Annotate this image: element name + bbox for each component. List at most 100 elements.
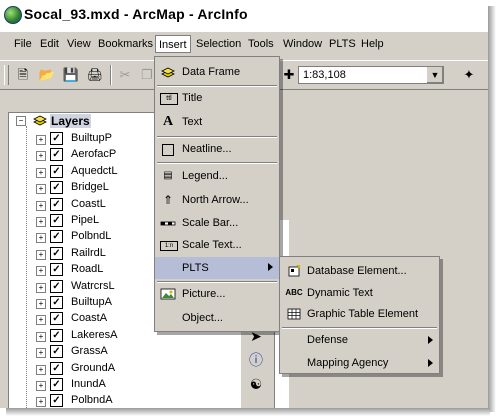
new-document-icon[interactable]: 🗎 [14,66,32,84]
layer-name[interactable]: BuiltupP [71,132,112,144]
layer-name[interactable]: PipeL [71,214,99,226]
menu-bookmarks[interactable]: Bookmarks [98,38,153,50]
expand-icon[interactable]: + [36,266,46,277]
layer-name[interactable]: PolbndL [71,230,111,242]
layer-name[interactable]: LakeresA [71,329,117,341]
expand-icon[interactable]: + [36,217,46,227]
identify-icon[interactable]: ⓘ [246,350,266,370]
cut-icon[interactable]: ✂ [116,66,134,84]
layer-visibility-checkbox[interactable]: ✓ [50,132,63,145]
menu-item-label: Object... [182,312,223,324]
layer-name[interactable]: AquedctL [71,165,117,177]
submenu-item-defense[interactable]: Defense [280,329,439,351]
open-folder-icon[interactable]: 📂 [38,66,56,84]
layer-visibility-checkbox[interactable]: ✓ [50,328,63,342]
layer-name[interactable]: GroundA [71,362,115,374]
expand-icon[interactable]: + [36,397,46,408]
collapse-icon[interactable]: − [16,116,26,126]
save-icon[interactable]: 💾 [62,66,80,84]
layer-visibility-checkbox[interactable]: ✓ [50,197,63,211]
layer-visibility-checkbox[interactable]: ✓ [50,263,63,277]
menu-item-legend[interactable]: ▤ Legend... [155,165,279,187]
menu-item-neatline[interactable]: Neatline... [155,138,279,160]
table-icon [285,307,303,321]
menu-plts[interactable]: PLTS [329,38,356,50]
expand-icon[interactable]: + [36,331,46,342]
submenu-item-database-element[interactable]: Database Element... [280,260,439,282]
submenu-arrow-icon [428,359,433,367]
menu-item-label: Text [182,116,203,128]
menu-insert[interactable]: Insert [155,35,191,53]
print-icon[interactable]: 🖨 [86,66,104,84]
toolbar-grip[interactable] [4,65,9,85]
layer-visibility-checkbox[interactable]: ✓ [50,312,63,326]
menu-tools[interactable]: Tools [248,38,274,50]
submenu-item-dynamic-text[interactable]: ABC Dynamic Text [280,282,439,304]
menu-help[interactable]: Help [361,38,384,50]
expand-icon[interactable]: + [36,135,46,145]
expand-icon[interactable]: + [36,184,46,195]
layer-name[interactable]: BuiltupA [71,296,112,308]
expand-icon[interactable]: + [36,167,46,178]
menu-file[interactable]: File [14,38,32,50]
layer-name[interactable]: GrassA [71,345,108,357]
layer-name[interactable]: CoastA [71,312,107,324]
expand-icon[interactable]: + [36,364,46,375]
menu-edit[interactable]: Edit [40,38,59,50]
submenu-item-graphic-table-element[interactable]: Graphic Table Element [280,303,439,325]
layer-visibility-checkbox[interactable]: ✓ [50,296,63,309]
layers-root-label[interactable]: Layers [50,114,91,128]
editor-toolbar-icon[interactable]: ✦ [460,66,478,84]
layer-visibility-checkbox[interactable]: ✓ [50,164,63,178]
expand-icon[interactable]: + [36,381,46,391]
layer-visibility-checkbox[interactable]: ✓ [50,378,63,391]
expand-icon[interactable]: + [36,200,46,211]
layer-name[interactable]: AerofacP [71,148,116,160]
menu-item-north-arrow[interactable]: ⇑ North Arrow... [155,189,279,211]
expand-icon[interactable]: + [36,249,46,260]
layer-visibility-checkbox[interactable]: ✓ [50,148,63,162]
menu-view[interactable]: View [67,38,91,50]
submenu-item-mapping-agency[interactable]: Mapping Agency [280,352,439,374]
add-data-icon[interactable]: ✚ [280,66,298,84]
layer-visibility-checkbox[interactable]: ✓ [50,246,63,260]
layer-name[interactable]: WatrcrsL [71,280,115,292]
layer-visibility-checkbox[interactable]: ✓ [50,181,63,195]
map-scale-combo[interactable]: 1:83,108 ▼ [298,66,444,84]
menu-item-object[interactable]: Object... [155,307,279,329]
layer-visibility-checkbox[interactable]: ✓ [50,230,63,244]
menu-item-text[interactable]: A Text [155,111,279,133]
menu-item-scale-text[interactable]: 1:n Scale Text... [155,234,279,256]
layer-name[interactable]: PolbndA [71,394,113,406]
layer-visibility-checkbox[interactable]: ✓ [50,345,63,359]
scale-bar-icon [160,216,176,230]
layer-visibility-checkbox[interactable]: ✓ [50,361,63,375]
chevron-down-icon[interactable]: ▼ [426,67,443,83]
expand-icon[interactable]: + [36,233,46,244]
submenu-arrow-icon [428,336,433,344]
expand-icon[interactable]: + [36,151,46,162]
menu-item-scale-bar[interactable]: Scale Bar... [155,212,279,234]
menu-item-plts[interactable]: PLTS [155,257,279,279]
expand-icon[interactable]: + [36,282,46,293]
menu-item-data-frame[interactable]: Data Frame [155,61,279,83]
layer-name[interactable]: BridgeL [71,181,109,193]
insert-menu-dropdown: Data Frame ttl Title A Text Neatline... … [154,56,280,332]
layer-name[interactable]: RoadL [71,263,103,275]
layer-name[interactable]: RailrdL [71,247,106,259]
menu-item-picture[interactable]: Picture... [155,283,279,305]
expand-icon[interactable]: + [36,299,46,309]
menu-window[interactable]: Window [283,38,322,50]
layer-visibility-checkbox[interactable]: ✓ [50,394,63,408]
layer-name[interactable]: CoastL [71,198,106,210]
menu-selection[interactable]: Selection [196,38,241,50]
dynamic-text-icon: ABC [285,288,303,297]
layer-name[interactable]: InundA [71,378,106,390]
title-bar: Socal_93.mxd - ArcMap - ArcInfo [0,0,488,32]
layer-visibility-checkbox[interactable]: ✓ [50,279,63,293]
expand-icon[interactable]: + [36,315,46,326]
expand-icon[interactable]: + [36,348,46,359]
layer-visibility-checkbox[interactable]: ✓ [50,214,63,227]
menu-item-title[interactable]: ttl Title [155,87,279,109]
find-binoculars-icon[interactable]: ☯ [246,374,266,394]
